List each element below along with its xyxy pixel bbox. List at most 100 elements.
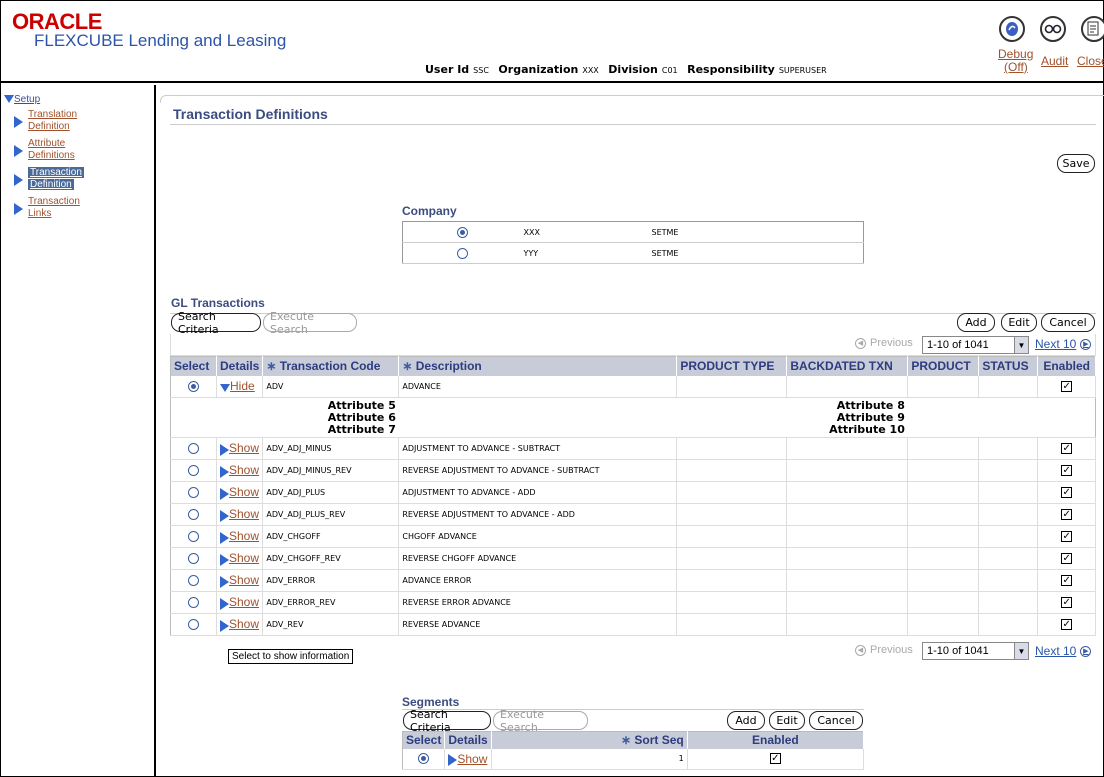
cancel-button[interactable]: Cancel: [1041, 313, 1095, 332]
select-cell: [402, 748, 446, 770]
sidebar-root-setup[interactable]: Setup: [4, 94, 40, 105]
segments-cancel-button[interactable]: Cancel: [809, 711, 863, 730]
save-button[interactable]: Save: [1057, 154, 1095, 173]
backdated-txn-cell: [786, 437, 909, 460]
segment-radio-selected[interactable]: [418, 753, 430, 765]
product-type-cell: [676, 591, 788, 614]
enabled-checkbox[interactable]: ✓: [1061, 619, 1073, 630]
audit-link[interactable]: Audit: [1041, 54, 1068, 68]
row-radio[interactable]: [188, 575, 199, 586]
enabled-checkbox[interactable]: ✓: [1061, 487, 1073, 498]
enabled-checkbox[interactable]: ✓: [1061, 443, 1073, 454]
details-cell: Show: [216, 613, 264, 636]
show-link[interactable]: Show: [229, 529, 259, 543]
sidebar: Setup Translation Definition Attribute Def…: [0, 85, 156, 777]
audit-icon[interactable]: [1040, 16, 1066, 42]
product-cell: [907, 569, 980, 592]
enabled-checkbox[interactable]: ✓: [1061, 597, 1073, 608]
row-radio[interactable]: [188, 487, 199, 498]
status-cell: [978, 547, 1039, 570]
page-range-select[interactable]: 1-10 of 1041 ▼: [922, 336, 1029, 354]
column-header-details: Details: [216, 356, 264, 376]
select-cell: [170, 525, 217, 548]
gl-transactions-label: GL Transactions: [171, 296, 265, 310]
sidebar-item-transaction-links[interactable]: Transaction Links: [28, 196, 80, 220]
next-10-link[interactable]: Next 10 ▶: [1035, 337, 1092, 351]
product-type-cell: [676, 459, 788, 482]
details-cell: Show: [216, 437, 264, 460]
close-icon[interactable]: [1081, 16, 1104, 42]
execute-search-button[interactable]: Execute Search: [263, 310, 357, 336]
column-header-status[interactable]: STATUS: [978, 356, 1039, 376]
column-header-description[interactable]: ∗ Description: [398, 356, 678, 376]
company-table: XXX SETME YYY SETME: [402, 221, 864, 264]
show-link[interactable]: Show: [229, 485, 259, 499]
column-header-sort-seq[interactable]: ∗ Sort Seq: [491, 731, 688, 749]
row-radio-selected[interactable]: [188, 380, 199, 392]
column-header-backdated-txn[interactable]: BACKDATED TXN: [786, 356, 909, 376]
enabled-checkbox[interactable]: ✓: [1061, 531, 1073, 542]
collapsed-triangle-icon: [220, 509, 229, 522]
table-row: Show ADV_ADJ_MINUS ADJUSTMENT TO ADVANCE -…: [170, 437, 1096, 460]
table-row: Show ADV_ADJ_MINUS_REV REVERSE ADJUSTMENT …: [170, 459, 1096, 482]
company-radio-selected[interactable]: [457, 226, 469, 238]
segments-execute-search-button[interactable]: Execute Search: [493, 708, 588, 734]
expanded-triangle-icon: [220, 383, 230, 392]
details-cell: Show: [216, 547, 264, 570]
status-cell: [978, 503, 1039, 526]
add-button[interactable]: Add: [957, 313, 995, 332]
row-radio[interactable]: [188, 597, 199, 608]
segments-search-criteria-button[interactable]: Search Criteria: [403, 708, 491, 734]
collapsed-triangle-icon: [14, 174, 23, 186]
row-radio[interactable]: [188, 443, 199, 454]
segments-add-button[interactable]: Add: [727, 711, 765, 730]
collapsed-triangle-icon: [14, 116, 23, 128]
divider: [170, 124, 1096, 125]
row-radio[interactable]: [188, 553, 199, 564]
search-criteria-button[interactable]: Search Criteria: [171, 310, 261, 336]
column-header-details: Details: [444, 731, 492, 749]
edit-button[interactable]: Edit: [1001, 313, 1037, 332]
row-radio[interactable]: [188, 465, 199, 476]
show-link[interactable]: Show: [229, 463, 259, 477]
hide-link[interactable]: Hide: [230, 379, 255, 393]
page-range-select-bottom[interactable]: 1-10 of 1041 ▼: [922, 642, 1029, 660]
product-type-cell: [676, 481, 788, 504]
enabled-checkbox[interactable]: ✓: [769, 753, 781, 765]
show-link[interactable]: Show: [229, 617, 259, 631]
segments-edit-button[interactable]: Edit: [769, 711, 805, 730]
row-radio[interactable]: [188, 531, 199, 542]
sidebar-item-attribute-definitions[interactable]: Attribute Definitions: [28, 138, 75, 162]
sidebar-item-transaction-definition[interactable]: Transaction Definition: [28, 167, 84, 191]
show-link[interactable]: Show: [229, 551, 259, 565]
company-radio[interactable]: [457, 247, 469, 259]
enabled-cell: ✓: [1037, 503, 1096, 526]
sort-seq-value: 1: [491, 748, 688, 770]
row-radio[interactable]: [188, 509, 199, 520]
show-link[interactable]: Show: [229, 595, 259, 609]
show-link[interactable]: Show: [229, 573, 259, 587]
select-cell: [170, 481, 217, 504]
row-radio[interactable]: [188, 619, 199, 630]
debug-state[interactable]: (Off): [1004, 60, 1028, 74]
enabled-checkbox[interactable]: ✓: [1061, 553, 1073, 564]
debug-link[interactable]: Debug: [998, 47, 1033, 61]
transaction-code: ADV_REV: [262, 613, 400, 636]
enabled-cell: ✓: [1037, 375, 1096, 398]
column-header-transaction-code[interactable]: ∗ Transaction Code: [262, 356, 400, 376]
show-link[interactable]: Show: [229, 507, 259, 521]
close-link[interactable]: Close: [1077, 54, 1104, 68]
user-info-bar: User Id SSC Organization XXX Division C01 R…: [425, 63, 833, 76]
enabled-checkbox[interactable]: ✓: [1061, 509, 1073, 520]
column-header-product-type[interactable]: PRODUCT TYPE: [676, 356, 788, 376]
sidebar-item-translation-definition[interactable]: Translation Definition: [28, 109, 77, 133]
show-link[interactable]: Show: [457, 752, 487, 766]
debug-icon[interactable]: [999, 16, 1025, 42]
enabled-checkbox[interactable]: ✓: [1061, 575, 1073, 586]
user-id-value: SSC: [473, 66, 489, 75]
enabled-checkbox[interactable]: ✓: [1061, 380, 1073, 392]
next-10-link-bottom[interactable]: Next 10 ▶: [1035, 644, 1092, 658]
enabled-checkbox[interactable]: ✓: [1061, 465, 1073, 476]
column-header-product[interactable]: PRODUCT: [907, 356, 980, 376]
show-link[interactable]: Show: [229, 441, 259, 455]
